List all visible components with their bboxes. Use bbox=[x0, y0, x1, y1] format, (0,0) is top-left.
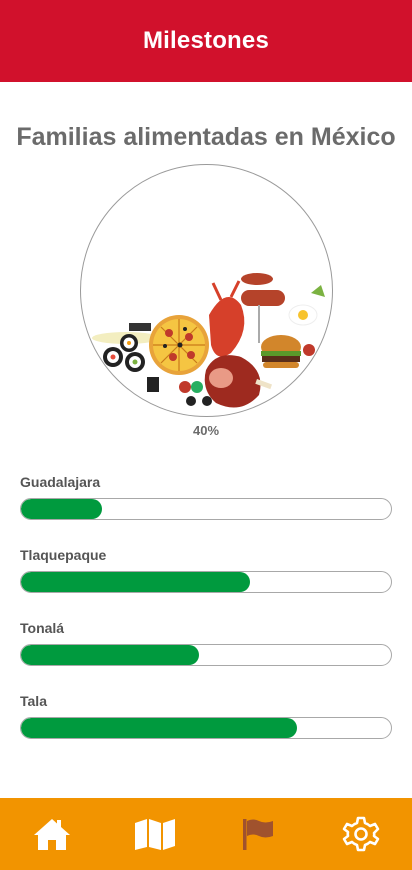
progress-track bbox=[20, 644, 392, 666]
progress-fill bbox=[21, 645, 199, 665]
map-icon bbox=[134, 819, 175, 850]
progress-fill bbox=[21, 499, 103, 519]
city-progress-tonala: Tonalá bbox=[20, 620, 392, 666]
city-progress-tlaquepaque: Tlaquepaque bbox=[20, 547, 392, 593]
city-progress-tala: Tala bbox=[20, 693, 392, 739]
app-header: Milestones bbox=[0, 0, 412, 82]
city-label: Tala bbox=[20, 693, 47, 709]
food-illustration bbox=[92, 273, 325, 408]
city-label: Tonalá bbox=[20, 620, 65, 636]
food-progress-circle bbox=[80, 164, 333, 417]
city-progress-guadalajara: Guadalajara bbox=[20, 474, 392, 520]
flag-icon bbox=[242, 819, 273, 850]
progress-track bbox=[20, 498, 392, 520]
home-icon bbox=[33, 819, 70, 850]
city-label: Guadalajara bbox=[20, 474, 101, 490]
progress-fill bbox=[21, 572, 251, 592]
page-title: Milestones bbox=[142, 27, 270, 54]
milestone-title: Familias alimentadas en México bbox=[16, 123, 396, 151]
nav-milestones-button[interactable] bbox=[206, 798, 309, 870]
progress-percent: 40% bbox=[192, 423, 220, 438]
progress-fill bbox=[21, 718, 297, 738]
progress-track bbox=[20, 571, 392, 593]
nav-map-button[interactable] bbox=[103, 798, 206, 870]
bottom-nav bbox=[0, 798, 412, 870]
nav-settings-button[interactable] bbox=[309, 798, 412, 870]
gear-icon bbox=[342, 816, 379, 852]
city-label: Tlaquepaque bbox=[20, 547, 107, 563]
nav-home-button[interactable] bbox=[0, 798, 103, 870]
progress-track bbox=[20, 717, 392, 739]
